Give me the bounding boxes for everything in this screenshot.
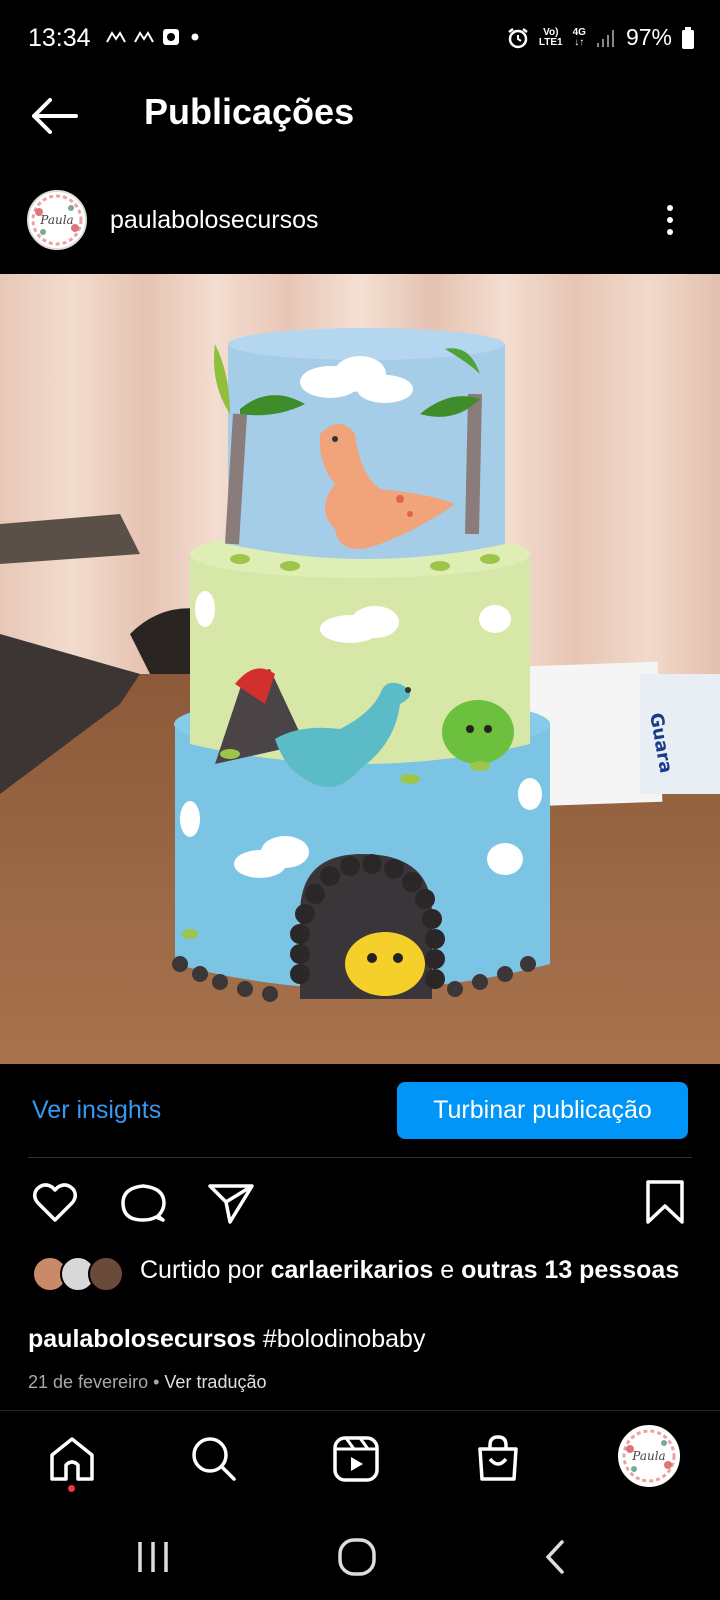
insights-row: Ver insights Turbinar publicação	[0, 1080, 720, 1140]
post-actions	[0, 1178, 720, 1232]
home-icon	[50, 1437, 94, 1481]
likes-joiner: e	[440, 1256, 455, 1284]
status-bar: 13:34 Vo) LTE1 4G ↓↑ 97%	[0, 0, 720, 80]
brand-logo: Paula	[622, 1429, 676, 1483]
svg-text:Paula: Paula	[631, 1449, 665, 1463]
like-button[interactable]	[30, 1178, 80, 1228]
home-system-button[interactable]	[332, 1532, 382, 1582]
more-vertical-icon	[667, 205, 673, 235]
page-header: Publicações	[0, 80, 720, 150]
nav-search[interactable]	[188, 1433, 244, 1489]
network-indicator: 4G ↓↑	[572, 26, 586, 48]
likes-others[interactable]: outras 13 pessoas	[461, 1256, 679, 1284]
recent-apps-button[interactable]	[128, 1532, 178, 1582]
send-icon	[208, 1184, 254, 1224]
signal-icon	[596, 29, 614, 47]
notification-dot	[68, 1485, 75, 1492]
mail-notification-icon	[106, 31, 126, 43]
svg-text:Paula: Paula	[39, 213, 73, 227]
app-notification-icon	[163, 29, 179, 45]
post-meta: 21 de fevereiro • Ver tradução	[28, 1372, 267, 1393]
arrow-left-icon	[32, 98, 78, 134]
system-status-icons: Vo) LTE1 4G ↓↑ 97%	[507, 24, 694, 51]
likes-summary[interactable]: Curtido por carlaerikarios e outras 13 p…	[140, 1254, 700, 1286]
comment-button[interactable]	[118, 1178, 168, 1228]
liker-avatar[interactable]	[88, 1256, 124, 1292]
likes-prefix: Curtido por	[140, 1256, 264, 1284]
cake-photo: Guara	[0, 274, 720, 1064]
likes-row: Curtido por carlaerikarios e outras 13 p…	[0, 1252, 720, 1332]
dot-icon	[191, 33, 199, 41]
post-date: 21 de fevereiro	[28, 1372, 149, 1392]
bottom-nav: Paula	[0, 1410, 720, 1510]
back-button[interactable]	[28, 94, 84, 138]
post-caption: paulabolosecursos #bolodinobaby	[28, 1325, 425, 1354]
nav-home[interactable]	[46, 1433, 102, 1489]
battery-percent: 97%	[625, 24, 672, 50]
liker-username[interactable]: carlaerikarios	[271, 1256, 434, 1284]
author-username[interactable]: paulabolosecursos	[110, 206, 318, 235]
home-circle-icon	[338, 1538, 376, 1576]
nav-profile-avatar[interactable]: Paula	[618, 1425, 680, 1487]
status-time: 13:34	[28, 24, 91, 52]
reels-icon	[333, 1436, 379, 1482]
brand-logo: Paula	[31, 194, 83, 246]
more-options-button[interactable]	[660, 200, 680, 240]
post-header: Paula paulabolosecursos	[0, 186, 720, 258]
battery-icon	[682, 26, 694, 49]
nav-reels[interactable]	[330, 1433, 386, 1489]
shop-icon	[478, 1435, 518, 1481]
search-icon	[192, 1437, 236, 1481]
recent-apps-icon	[138, 1542, 168, 1572]
mail-notification-icon	[134, 31, 154, 43]
translate-link[interactable]: Ver tradução	[164, 1372, 266, 1392]
post-image[interactable]: Guara	[0, 274, 720, 1064]
alarm-icon	[508, 27, 528, 48]
bookmark-icon	[646, 1180, 684, 1224]
back-system-button[interactable]	[530, 1532, 580, 1582]
notification-icons	[106, 28, 202, 46]
caption-hashtag[interactable]: #bolodinobaby	[263, 1325, 426, 1353]
caption-username[interactable]: paulabolosecursos	[28, 1325, 256, 1353]
nav-shop[interactable]	[472, 1433, 528, 1489]
divider	[28, 1157, 692, 1158]
system-nav-bar	[0, 1510, 720, 1600]
share-button[interactable]	[206, 1178, 256, 1228]
chevron-left-icon	[545, 1540, 564, 1574]
author-avatar[interactable]: Paula	[27, 190, 87, 250]
meta-separator: •	[153, 1372, 160, 1392]
heart-icon	[33, 1183, 77, 1222]
boost-post-button[interactable]: Turbinar publicação	[397, 1082, 688, 1139]
comment-icon	[121, 1184, 166, 1222]
save-button[interactable]	[640, 1178, 690, 1228]
view-insights-link[interactable]: Ver insights	[32, 1096, 161, 1125]
page-title: Publicações	[144, 91, 355, 132]
volte-indicator: Vo) LTE1	[538, 26, 563, 48]
